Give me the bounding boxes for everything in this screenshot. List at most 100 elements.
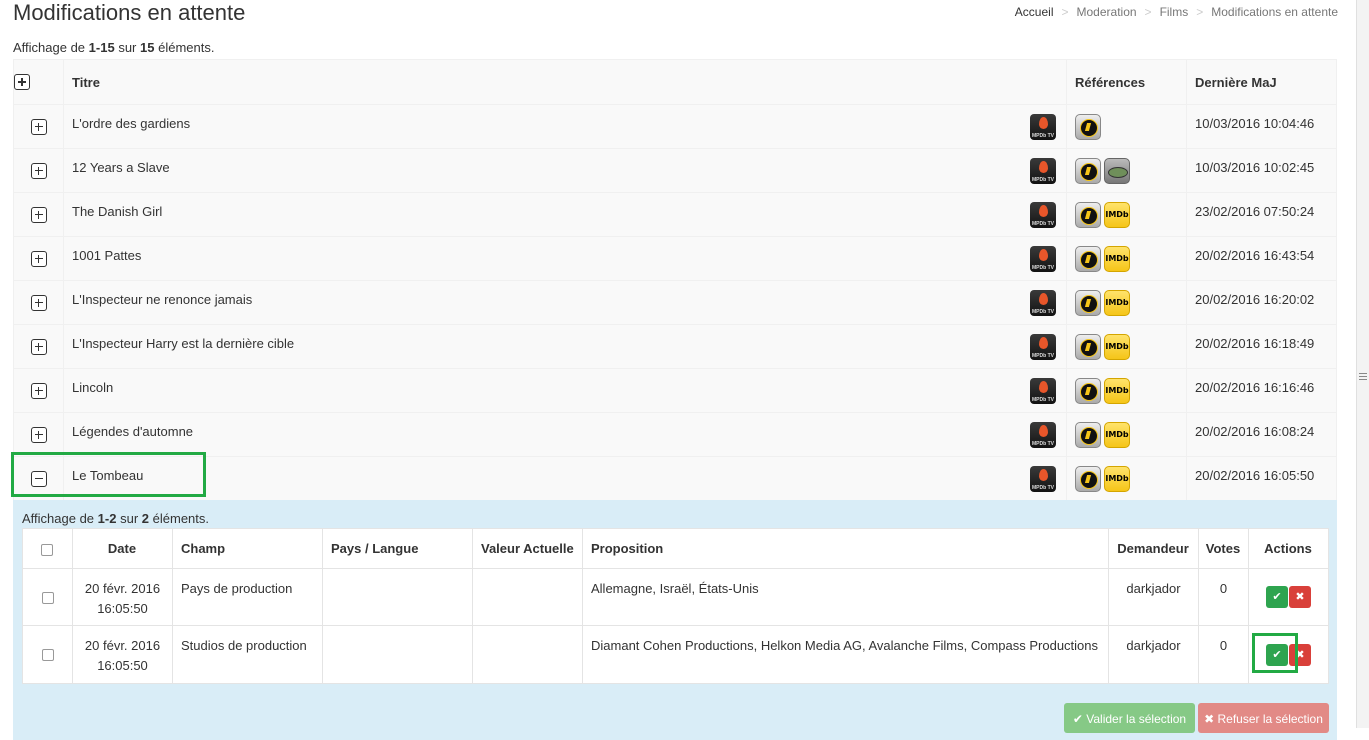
mpdb-logo-icon[interactable]: MPDb TV (1030, 114, 1056, 140)
expand-icon[interactable] (30, 338, 47, 355)
last-update-cell: 23/02/2016 07:50:24 (1186, 192, 1337, 237)
film-title[interactable]: L'ordre des gardiens (72, 116, 190, 131)
imdb-ref-icon[interactable]: IMDb (1104, 377, 1130, 404)
row-toggle-cell[interactable] (13, 104, 64, 149)
allocine-ref-icon[interactable] (1075, 201, 1101, 228)
table-row: L'ordre des gardiens MPDb TV 10/03/2016 10… (13, 104, 1337, 149)
table-row: Légendes d'automne MPDb TV IMDb 20/02/2016 … (13, 412, 1337, 457)
imdb-ref-icon[interactable]: IMDb (1104, 289, 1130, 316)
validate-selection-button[interactable]: ✔ Valider la sélection (1064, 703, 1195, 733)
breadcrumb-home[interactable]: Accueil (1015, 5, 1054, 19)
table-row: L'Inspecteur ne renonce jamais MPDb TV IMD… (13, 280, 1337, 325)
select-all-cell[interactable] (22, 528, 73, 569)
table-row: L'Inspecteur Harry est la dernière cible… (13, 324, 1337, 369)
collapse-icon[interactable] (30, 470, 47, 487)
film-title[interactable]: Légendes d'automne (72, 424, 193, 439)
imdb-ref-icon[interactable]: IMDb (1104, 201, 1130, 228)
imdb-ref-icon[interactable]: IMDb (1104, 421, 1130, 448)
row-toggle-cell[interactable] (13, 324, 64, 369)
row-toggle-cell[interactable] (13, 412, 64, 457)
expand-icon[interactable] (30, 118, 47, 135)
expand-icon[interactable] (30, 294, 47, 311)
table-row: Lincoln MPDb TV IMDb 20/02/2016 16:16:46 (13, 368, 1337, 413)
header-last-update[interactable]: Dernière MaJ (1186, 59, 1337, 105)
last-update-cell: 20/02/2016 16:20:02 (1186, 280, 1337, 325)
row-checkbox[interactable] (41, 591, 54, 604)
row-checkbox[interactable] (41, 649, 54, 662)
film-title[interactable]: The Danish Girl (72, 204, 162, 219)
film-title[interactable]: L'Inspecteur Harry est la dernière cible (72, 336, 294, 351)
allocine-ref-icon[interactable] (1075, 377, 1101, 404)
expand-icon[interactable] (30, 250, 47, 267)
film-title[interactable]: 1001 Pattes (72, 248, 141, 263)
allocine-ref-icon[interactable] (1075, 333, 1101, 360)
table-row: The Danish Girl MPDb TV IMDb 23/02/2016 07:… (13, 192, 1337, 237)
breadcrumb-films[interactable]: Films (1160, 5, 1189, 19)
film-title[interactable]: 12 Years a Slave (72, 160, 170, 175)
allocine-ref-icon[interactable] (1075, 421, 1101, 448)
mod-field-cell: Studios de production (172, 625, 323, 684)
row-toggle-cell[interactable] (13, 368, 64, 413)
row-toggle-cell[interactable] (13, 236, 64, 281)
sub-header-row: Date Champ Pays / Langue Valeur Actuelle… (22, 528, 1329, 569)
refuse-selection-button[interactable]: ✖ Refuser la sélection (1198, 703, 1329, 733)
allocine-ref-icon[interactable] (1075, 245, 1101, 272)
disc-ref-icon[interactable] (1104, 157, 1130, 184)
reject-button[interactable]: ✖ (1289, 586, 1311, 608)
header-pays: Pays / Langue (322, 528, 473, 569)
header-champ: Champ (172, 528, 323, 569)
mpdb-logo-icon[interactable]: MPDb TV (1030, 290, 1056, 316)
row-toggle-cell[interactable] (13, 456, 64, 501)
table-row: 1001 Pattes MPDb TV IMDb 20/02/2016 16:43:5… (13, 236, 1337, 281)
header-title[interactable]: Titre (63, 59, 1067, 105)
scrollbar-grip-icon[interactable] (1359, 370, 1367, 382)
allocine-ref-icon[interactable] (1075, 113, 1101, 140)
expand-icon[interactable] (30, 206, 47, 223)
film-title-cell: L'Inspecteur ne renonce jamais MPDb TV (63, 280, 1067, 325)
last-update-cell: 20/02/2016 16:18:49 (1186, 324, 1337, 369)
expand-icon[interactable] (30, 162, 47, 179)
mpdb-logo-icon[interactable]: MPDb TV (1030, 202, 1056, 228)
mpdb-logo-icon[interactable]: MPDb TV (1030, 334, 1056, 360)
row-toggle-cell[interactable] (13, 192, 64, 237)
expand-all-header[interactable] (13, 59, 64, 105)
row-toggle-cell[interactable] (13, 280, 64, 325)
imdb-ref-icon[interactable]: IMDb (1104, 333, 1130, 360)
reject-button[interactable]: ✖ (1289, 643, 1311, 666)
mod-country-lang-cell (322, 625, 473, 684)
row-select-cell[interactable] (22, 568, 73, 626)
imdb-ref-icon[interactable]: IMDb (1104, 465, 1130, 492)
refs-cell: IMDb (1066, 412, 1187, 457)
refs-cell: IMDb (1066, 192, 1187, 237)
allocine-ref-icon[interactable] (1075, 465, 1101, 492)
film-title[interactable]: Lincoln (72, 380, 113, 395)
results-summary: Affichage de 1-15 sur 15 éléments. (13, 40, 215, 55)
breadcrumb-moderation[interactable]: Moderation (1077, 5, 1137, 19)
mpdb-logo-icon[interactable]: MPDb TV (1030, 466, 1056, 492)
mpdb-logo-icon[interactable]: MPDb TV (1030, 422, 1056, 448)
expand-icon[interactable] (30, 426, 47, 443)
header-votes: Votes (1198, 528, 1249, 569)
row-select-cell[interactable] (22, 625, 73, 684)
approve-button[interactable]: ✔ (1266, 643, 1288, 666)
expand-icon[interactable] (30, 382, 47, 399)
mpdb-logo-icon[interactable]: MPDb TV (1030, 378, 1056, 404)
film-title[interactable]: Le Tombeau (72, 468, 143, 483)
expand-all-icon[interactable] (14, 74, 30, 91)
film-title-cell: Légendes d'automne MPDb TV (63, 412, 1067, 457)
mod-proposal-cell: Allemagne, Israël, États-Unis (582, 568, 1109, 626)
vertical-scrollbar[interactable] (1356, 0, 1369, 728)
allocine-ref-icon[interactable] (1075, 157, 1101, 184)
select-all-checkbox[interactable] (41, 543, 53, 556)
last-update-cell: 20/02/2016 16:08:24 (1186, 412, 1337, 457)
imdb-ref-icon[interactable]: IMDb (1104, 245, 1130, 272)
mpdb-logo-icon[interactable]: MPDb TV (1030, 158, 1056, 184)
mod-votes-cell: 0 (1198, 625, 1249, 684)
film-title[interactable]: L'Inspecteur ne renonce jamais (72, 292, 252, 307)
row-toggle-cell[interactable] (13, 148, 64, 193)
approve-button[interactable]: ✔ (1266, 586, 1288, 608)
mpdb-logo-icon[interactable]: MPDb TV (1030, 246, 1056, 272)
film-title-cell: L'ordre des gardiens MPDb TV (63, 104, 1067, 149)
allocine-ref-icon[interactable] (1075, 289, 1101, 316)
table-header-row: Titre Références Dernière MaJ (13, 59, 1337, 105)
